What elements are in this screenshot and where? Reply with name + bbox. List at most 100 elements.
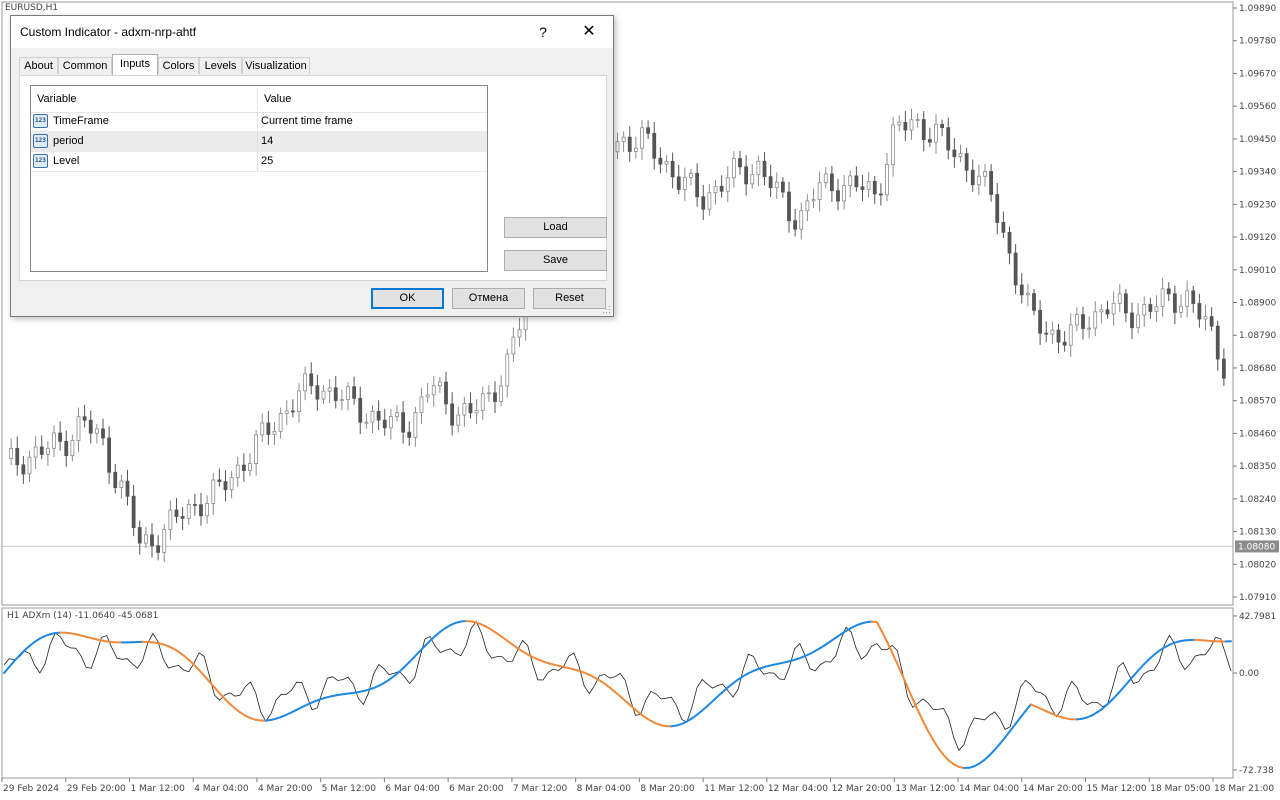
candle-body (21, 464, 26, 475)
candle-body (970, 169, 975, 186)
candle-body (346, 386, 350, 400)
candle-body (174, 509, 179, 517)
candle-body (272, 431, 277, 435)
close-button[interactable]: ✕ (571, 20, 607, 44)
candle-body (854, 175, 859, 188)
table-row[interactable]: 123 TimeFrame Current time frame (31, 112, 487, 132)
indicator-tick-label: 0.00 (1239, 669, 1259, 679)
candle-body (621, 136, 626, 143)
candle-body (1056, 329, 1061, 343)
tab-visualization[interactable]: Visualization (242, 57, 310, 74)
candle-body (468, 403, 473, 414)
candle-body (45, 447, 50, 455)
variable-value[interactable]: 14 (261, 132, 273, 151)
tab-inputs[interactable]: Inputs (112, 54, 158, 75)
candle-body (1044, 332, 1049, 335)
candle-body (1117, 293, 1122, 304)
column-header-variable[interactable]: Variable (31, 86, 257, 112)
candle-body (1007, 231, 1012, 254)
tab-colors[interactable]: Colors (158, 57, 199, 74)
candle-body (401, 412, 406, 433)
price-tick-label: 1.09120 (1239, 233, 1276, 243)
candle-body (1068, 324, 1073, 346)
column-header-value[interactable]: Value (258, 86, 487, 112)
candle-body (811, 199, 816, 202)
candle-body (1172, 293, 1177, 313)
cancel-button[interactable]: Отмена (452, 288, 525, 309)
candle-body (1136, 314, 1141, 329)
table-row[interactable]: 123 period 14 (31, 132, 487, 152)
save-button[interactable]: Save (504, 250, 607, 271)
candle-body (76, 416, 81, 441)
help-button[interactable]: ? (525, 20, 561, 44)
candle-body (444, 381, 448, 405)
candle-body (58, 432, 63, 442)
candle-body (707, 192, 712, 210)
tab-common[interactable]: Common (58, 57, 112, 74)
dialog-titlebar[interactable]: Custom Indicator - adxm-nrp-ahtf ? ✕ (11, 16, 613, 48)
candle-body (248, 463, 252, 471)
candle-body (486, 392, 491, 395)
candle-body (731, 158, 736, 179)
candle-body (676, 176, 681, 190)
candle-body (897, 122, 902, 126)
time-tick-label: 8 Mar 04:00 (577, 784, 632, 794)
tab-levels[interactable]: Levels (199, 57, 242, 74)
candle-body (333, 387, 338, 401)
price-tick-label: 1.09670 (1239, 69, 1276, 79)
candle-body (682, 177, 687, 190)
candle-body (793, 220, 798, 230)
candle-body (652, 132, 657, 159)
candle-body (131, 495, 136, 528)
candle-body (339, 399, 344, 401)
candle-body (505, 353, 510, 387)
inputs-grid[interactable]: Variable Value 123 TimeFrame Current tim… (30, 85, 488, 272)
candle-body (437, 381, 442, 387)
variable-value[interactable]: 25 (261, 152, 273, 171)
candle-body (1093, 311, 1098, 329)
variable-value[interactable]: Current time frame (261, 112, 353, 131)
candle-body (499, 385, 504, 402)
candle-body (1185, 290, 1190, 307)
candle-body (309, 373, 314, 387)
resize-grip-icon[interactable] (603, 306, 611, 314)
table-row[interactable]: 123 Level 25 (31, 152, 487, 172)
candle-body (229, 477, 234, 491)
candle-body (927, 139, 932, 143)
candle-body (388, 416, 393, 429)
candle-body (1142, 304, 1147, 316)
candle-body (303, 373, 308, 392)
candle-body (719, 185, 724, 192)
candle-body (450, 403, 455, 426)
candle-body (1148, 304, 1153, 312)
candle-body (952, 149, 957, 157)
candle-body (964, 153, 969, 171)
candle-body (670, 160, 675, 178)
candle-body (615, 141, 620, 153)
price-tick-label: 1.07910 (1239, 593, 1276, 603)
candle-body (713, 185, 718, 194)
load-button[interactable]: Load (504, 217, 607, 238)
tab-about[interactable]: About (19, 57, 58, 74)
candle-body (33, 446, 38, 458)
candle-body (370, 410, 375, 423)
candle-body (223, 481, 228, 491)
symbol-label: EURUSD,H1 (5, 3, 59, 13)
time-tick-label: 8 Mar 20:00 (640, 784, 695, 794)
time-tick-label: 14 Mar 04:00 (959, 784, 1019, 794)
candle-body (872, 180, 877, 195)
candle-body (358, 397, 363, 423)
candle-body (395, 412, 399, 417)
integer-icon: 123 (33, 134, 48, 148)
candle-body (493, 392, 497, 402)
time-tick-label: 7 Mar 12:00 (513, 784, 568, 794)
candle-body (750, 174, 755, 185)
variable-name: Level (53, 155, 80, 167)
candle-body (658, 157, 663, 165)
reset-button[interactable]: Reset (533, 288, 606, 309)
candle-body (885, 164, 889, 196)
ok-button[interactable]: OK (371, 288, 444, 309)
candle-body (278, 412, 283, 432)
candle-body (462, 403, 467, 416)
candle-body (113, 471, 118, 489)
